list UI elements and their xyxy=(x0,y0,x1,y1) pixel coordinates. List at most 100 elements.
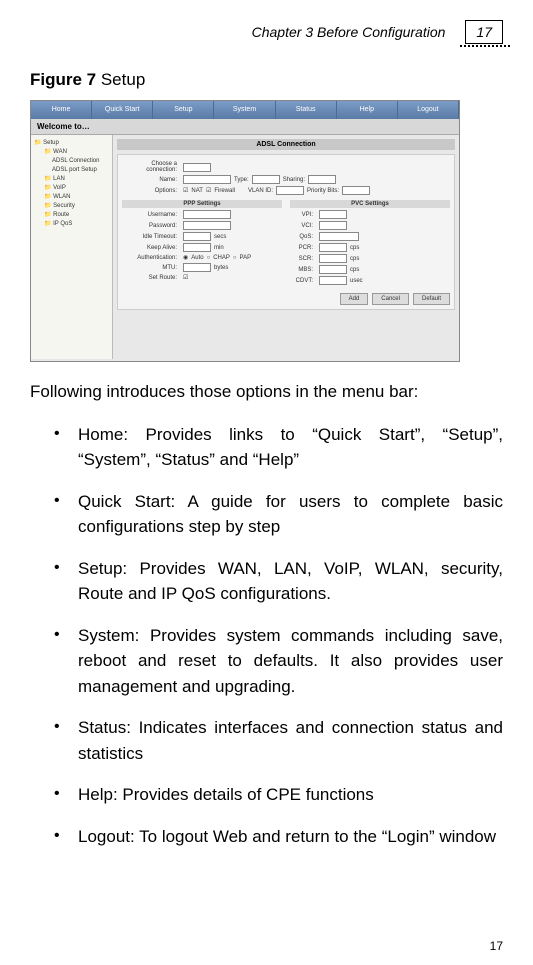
tree-wlan[interactable]: WLAN xyxy=(34,193,109,202)
mbs-label: MBS: xyxy=(290,267,316,273)
min-label: min xyxy=(214,245,224,251)
vlanid-input[interactable] xyxy=(276,186,304,195)
figure-number: Figure 7 xyxy=(30,70,96,89)
keep-label: Keep Alive: xyxy=(122,245,180,251)
tree-adsl-conn[interactable]: ADSL Connection xyxy=(34,157,109,166)
type-select[interactable] xyxy=(252,175,280,184)
list-item: Logout: To logout Web and return to the … xyxy=(54,824,503,850)
choose-label: Choose a connection: xyxy=(122,161,180,173)
choose-select[interactable] xyxy=(183,163,211,172)
list-item: Help: Provides details of CPE functions xyxy=(54,782,503,808)
sharing-select[interactable] xyxy=(308,175,336,184)
cdvt-unit: usec xyxy=(350,278,363,284)
tab-help[interactable]: Help xyxy=(337,101,398,119)
username-input[interactable] xyxy=(183,210,231,219)
vpi-label: VPI: xyxy=(290,212,316,218)
page-number-box: 17 xyxy=(465,20,503,44)
tree-setup[interactable]: Setup xyxy=(34,139,109,148)
sharing-label: Sharing: xyxy=(283,177,305,183)
bytes-label: bytes xyxy=(214,265,228,271)
firewall-check[interactable]: ☑ xyxy=(206,187,211,194)
tab-setup[interactable]: Setup xyxy=(153,101,214,119)
auth-label: Authentication: xyxy=(122,255,180,261)
scr-unit: cps xyxy=(350,256,359,262)
tree-adsl-port[interactable]: ADSL port Setup xyxy=(34,166,109,175)
tab-status[interactable]: Status xyxy=(276,101,337,119)
add-button[interactable]: Add xyxy=(340,293,369,305)
mbs-unit: cps xyxy=(350,267,359,273)
page-number: 17 xyxy=(476,24,492,40)
intro-text: Following introduces those options in th… xyxy=(30,380,503,404)
priority-label: Priority Bits: xyxy=(307,188,339,194)
cdvt-input[interactable] xyxy=(319,276,347,285)
chap-radio[interactable]: ○ xyxy=(207,255,211,261)
idle-label: Idle Timeout: xyxy=(122,234,180,240)
welcome-bar: Welcome to… xyxy=(31,119,459,135)
vci-label: VCI: xyxy=(290,223,316,229)
keep-input[interactable] xyxy=(183,243,211,252)
setup-screenshot: Home Quick Start Setup System Status Hel… xyxy=(30,100,460,362)
qos-select[interactable] xyxy=(319,232,359,241)
priority-select[interactable] xyxy=(342,186,370,195)
password-input[interactable] xyxy=(183,221,231,230)
auto-radio[interactable]: ◉ xyxy=(183,254,188,261)
secs-label: secs xyxy=(214,234,226,240)
list-item: System: Provides system commands includi… xyxy=(54,623,503,700)
bullet-list: Home: Provides links to “Quick Start”, “… xyxy=(30,422,503,850)
username-label: Username: xyxy=(122,212,180,218)
pcr-input[interactable] xyxy=(319,243,347,252)
name-input[interactable] xyxy=(183,175,231,184)
route-label: Set Route: xyxy=(122,275,180,281)
ppp-heading: PPP Settings xyxy=(122,200,282,208)
type-label: Type: xyxy=(234,177,249,183)
nat-label: NAT xyxy=(191,188,203,194)
list-item: Setup: Provides WAN, LAN, VoIP, WLAN, se… xyxy=(54,556,503,607)
tab-system[interactable]: System xyxy=(214,101,275,119)
tree-ipqos[interactable]: IP QoS xyxy=(34,220,109,229)
footer-page-number: 17 xyxy=(490,939,503,953)
options-label: Options: xyxy=(122,188,180,194)
vpi-input[interactable] xyxy=(319,210,347,219)
tree-wan[interactable]: WAN xyxy=(34,148,109,157)
tree-security[interactable]: Security xyxy=(34,202,109,211)
qos-label: QoS: xyxy=(290,234,316,240)
page-header: Chapter 3 Before Configuration 17 xyxy=(30,20,503,50)
figure-label: Figure 7 Setup xyxy=(30,70,503,90)
vlanid-label: VLAN ID: xyxy=(248,188,273,194)
tab-quick-start[interactable]: Quick Start xyxy=(92,101,153,119)
auto-label: Auto xyxy=(191,255,203,261)
list-item: Home: Provides links to “Quick Start”, “… xyxy=(54,422,503,473)
cancel-button[interactable]: Cancel xyxy=(372,293,409,305)
config-panel: ADSL Connection Choose a connection: Nam… xyxy=(113,135,459,359)
tree-lan[interactable]: LAN xyxy=(34,175,109,184)
firewall-label: Firewall xyxy=(214,188,235,194)
tab-logout[interactable]: Logout xyxy=(398,101,459,119)
pap-label: PAP xyxy=(240,255,252,261)
pcr-unit: cps xyxy=(350,245,359,251)
mtu-label: MTU: xyxy=(122,265,180,271)
idle-input[interactable] xyxy=(183,232,211,241)
password-label: Password: xyxy=(122,223,180,229)
list-item: Quick Start: A guide for users to comple… xyxy=(54,489,503,540)
decorative-dots xyxy=(460,43,510,49)
scr-label: SCR: xyxy=(290,256,316,262)
tree-voip[interactable]: VoIP xyxy=(34,184,109,193)
route-check[interactable]: ☑ xyxy=(183,274,188,281)
chap-label: CHAP xyxy=(213,255,230,261)
scr-input[interactable] xyxy=(319,254,347,263)
tab-bar: Home Quick Start Setup System Status Hel… xyxy=(31,101,459,119)
mbs-input[interactable] xyxy=(319,265,347,274)
tree-route[interactable]: Route xyxy=(34,211,109,220)
chapter-title: Chapter 3 Before Configuration xyxy=(252,24,446,40)
mtu-input[interactable] xyxy=(183,263,211,272)
pvc-heading: PVC Settings xyxy=(290,200,450,208)
nat-check[interactable]: ☑ xyxy=(183,187,188,194)
pcr-label: PCR: xyxy=(290,245,316,251)
nav-tree: Setup WAN ADSL Connection ADSL port Setu… xyxy=(31,135,113,359)
vci-input[interactable] xyxy=(319,221,347,230)
figure-title: Setup xyxy=(96,70,145,89)
pap-radio[interactable]: ○ xyxy=(233,255,237,261)
default-button[interactable]: Default xyxy=(413,293,450,305)
tab-home[interactable]: Home xyxy=(31,101,92,119)
list-item: Status: Indicates interfaces and connect… xyxy=(54,715,503,766)
